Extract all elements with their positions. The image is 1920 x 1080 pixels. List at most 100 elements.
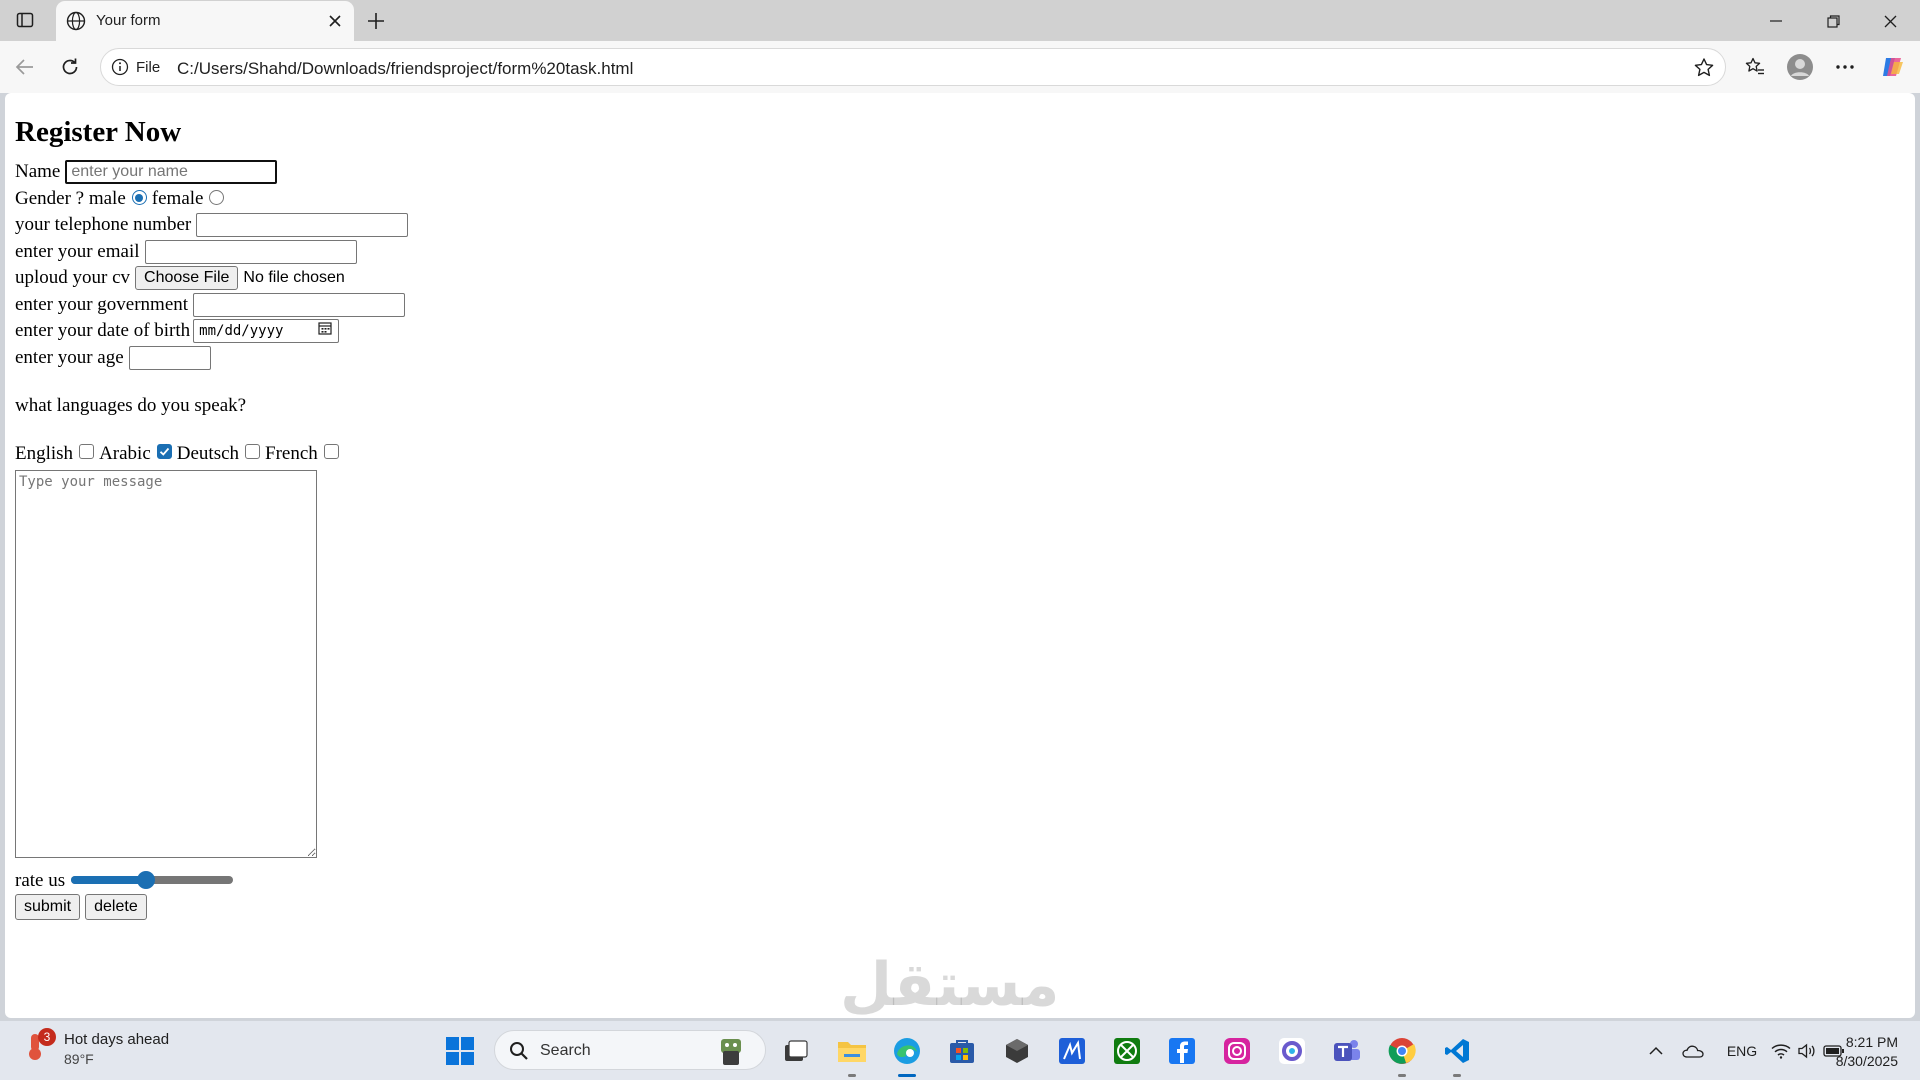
task-view-icon[interactable] <box>776 1031 816 1071</box>
dob-input[interactable]: mm/dd/yyyy <box>193 318 340 344</box>
edge-browser-icon[interactable] <box>887 1031 927 1077</box>
windows-start-icon[interactable] <box>440 1031 480 1071</box>
tab-bar: Your form <box>0 0 1920 41</box>
search-icon <box>509 1041 529 1066</box>
language-indicator[interactable]: ENG <box>1724 1039 1760 1063</box>
globe-icon <box>65 10 87 37</box>
calendar-icon[interactable] <box>318 318 332 344</box>
rate-label: rate us <box>15 869 66 891</box>
address-scheme: File <box>136 59 161 76</box>
search-highlight-icon <box>709 1035 753 1072</box>
government-label: enter your government <box>15 293 189 315</box>
languages-row: English Arabic Deutsch French <box>15 441 408 468</box>
back-arrow-icon[interactable] <box>9 51 41 83</box>
lang-french-checkbox[interactable] <box>323 443 339 459</box>
name-row: Name <box>15 159 408 186</box>
microsoft-store-icon[interactable] <box>942 1031 982 1071</box>
rate-slider[interactable] <box>71 870 234 889</box>
register-form: Register Now Name Gender ? male female y… <box>15 115 409 921</box>
weather-badge: 3 <box>38 1028 56 1046</box>
cv-label: uploud your cv <box>15 267 131 289</box>
age-label: enter your age <box>15 346 124 368</box>
dob-row: enter your date of birth mm/dd/yyyy <box>15 318 408 345</box>
active-indicator <box>898 1074 916 1077</box>
email-label: enter your email <box>15 240 140 262</box>
info-icon[interactable] <box>111 58 129 81</box>
onedrive-cloud-icon[interactable] <box>1679 1039 1707 1063</box>
favorite-star-icon[interactable] <box>1693 57 1715 84</box>
lang-english-label: English <box>15 443 74 465</box>
sidebar-toggle-icon[interactable] <box>9 8 41 32</box>
tab-active[interactable]: Your form <box>56 1 354 41</box>
phone-row: your telephone number <box>15 212 409 239</box>
volume-icon[interactable] <box>1796 1039 1818 1063</box>
page-heading: Register Now <box>15 116 182 148</box>
minimize-icon[interactable] <box>1752 5 1800 37</box>
lang-deutsch-checkbox[interactable] <box>245 443 261 459</box>
search-label: Search <box>540 1042 591 1059</box>
email-row: enter your email <box>15 239 408 266</box>
active-indicator <box>1453 1074 1461 1077</box>
new-tab-icon[interactable] <box>362 7 390 35</box>
copilot-icon[interactable] <box>1876 51 1910 83</box>
government-input[interactable] <box>193 292 406 317</box>
message-textarea[interactable] <box>15 469 317 858</box>
lang-english-checkbox[interactable] <box>79 443 95 459</box>
close-tab-icon[interactable] <box>324 10 346 32</box>
lang-arabic-label: Arabic <box>99 443 151 465</box>
profile-avatar-icon[interactable] <box>1783 51 1817 83</box>
cv-row: uploud your cv Choose File No file chose… <box>15 265 408 292</box>
delete-button[interactable]: delete <box>85 894 147 921</box>
restore-icon[interactable] <box>1809 5 1857 37</box>
dob-placeholder: mm/dd/yyyy <box>199 323 284 340</box>
page-viewport: Register Now Name Gender ? male female y… <box>5 93 1915 1018</box>
government-row: enter your government <box>15 292 408 319</box>
tab-title: Your form <box>96 12 161 29</box>
name-input[interactable] <box>65 160 278 185</box>
cube-app-icon[interactable] <box>997 1031 1037 1071</box>
vscode-icon[interactable] <box>1437 1031 1477 1077</box>
favorites-icon[interactable] <box>1738 51 1772 83</box>
choose-file-button[interactable]: Choose File <box>135 266 239 291</box>
address-url[interactable]: C:/Users/Shahd/Downloads/friendsproject/… <box>177 59 633 79</box>
address-bar[interactable]: File C:/Users/Shahd/Downloads/friendspro… <box>100 48 1726 86</box>
chevron-up-icon[interactable] <box>1644 1039 1668 1063</box>
weather-widget[interactable]: 3 Hot days ahead 89°F <box>22 1028 169 1067</box>
languages-question: what languages do you speak? <box>15 395 247 416</box>
age-input[interactable] <box>128 345 211 370</box>
gender-female-radio[interactable] <box>209 190 225 206</box>
phone-input[interactable] <box>196 213 409 238</box>
rate-row: rate us <box>15 868 408 895</box>
lang-deutsch-label: Deutsch <box>176 443 240 465</box>
facebook-icon[interactable] <box>1162 1031 1202 1071</box>
wifi-icon[interactable] <box>1769 1039 1793 1063</box>
slider-thumb[interactable] <box>136 870 155 889</box>
dob-label: enter your date of birth <box>15 320 191 342</box>
lang-arabic-checkbox[interactable] <box>156 443 172 459</box>
name-label: Name <box>15 161 61 183</box>
teams-icon[interactable] <box>1327 1031 1367 1071</box>
instagram-icon[interactable] <box>1217 1031 1257 1071</box>
lang-french-label: French <box>265 443 318 465</box>
weather-title: Hot days ahead <box>64 1031 170 1048</box>
copilot-app-icon[interactable] <box>1272 1031 1312 1071</box>
xbox-icon[interactable] <box>1107 1031 1147 1071</box>
more-menu-icon[interactable] <box>1828 51 1862 83</box>
gender-female-label: female <box>151 187 204 209</box>
gender-male-radio[interactable] <box>131 190 147 206</box>
math-app-icon[interactable] <box>1052 1031 1092 1071</box>
file-status-text: No file chosen <box>243 269 345 287</box>
refresh-icon[interactable] <box>54 51 86 83</box>
close-window-icon[interactable] <box>1866 5 1914 37</box>
clock-date: 8/30/2025 <box>1835 1053 1898 1069</box>
file-explorer-icon[interactable] <box>832 1031 872 1077</box>
clock[interactable]: 8:21 PM 8/30/2025 <box>1836 1033 1898 1071</box>
phone-label: your telephone number <box>15 214 192 236</box>
taskbar: 3 Hot days ahead 89°F Search ENG 8:21 PM… <box>0 1020 1920 1080</box>
taskbar-search[interactable]: Search <box>494 1030 766 1070</box>
submit-button[interactable]: submit <box>15 894 81 921</box>
chrome-icon[interactable] <box>1382 1031 1422 1077</box>
slider-fill <box>71 875 146 884</box>
gender-row: Gender ? male female <box>15 186 408 213</box>
email-input[interactable] <box>144 239 357 264</box>
